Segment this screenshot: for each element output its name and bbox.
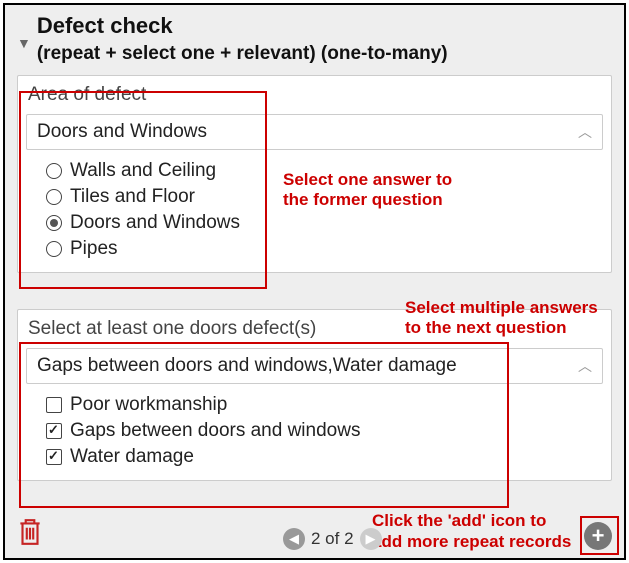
group-label: Area of defect: [18, 76, 611, 110]
pager-next-icon[interactable]: ▶: [360, 528, 382, 550]
option-label: Tiles and Floor: [70, 186, 195, 208]
option-label: Doors and Windows: [70, 212, 240, 234]
pager: ◀ 2 of 2 ▶: [283, 528, 382, 550]
annotation-text: Select multiple answers to the next ques…: [405, 298, 598, 339]
option-label: Pipes: [70, 238, 118, 260]
select-value: Doors and Windows: [37, 121, 207, 143]
select-value: Gaps between doors and windows,Water dam…: [37, 355, 457, 377]
checkbox-icon: [46, 449, 62, 465]
checkbox-option[interactable]: Water damage: [46, 444, 601, 470]
option-label: Poor workmanship: [70, 394, 227, 416]
checkbox-option[interactable]: Poor workmanship: [46, 392, 601, 418]
repeat-footer: ◀ 2 of 2 ▶ +: [17, 517, 612, 552]
radio-icon: [46, 189, 62, 205]
form-header: ▼ Defect check (repeat + select one + re…: [5, 5, 624, 69]
form-title: Defect check: [37, 13, 612, 39]
area-select-dropdown[interactable]: Doors and Windows ︿: [26, 114, 603, 150]
collapse-triangle-icon[interactable]: ▼: [17, 35, 31, 51]
radio-option[interactable]: Doors and Windows: [46, 210, 601, 236]
defects-select-dropdown[interactable]: Gaps between doors and windows,Water dam…: [26, 348, 603, 384]
checkbox-icon: [46, 423, 62, 439]
pager-text: 2 of 2: [311, 529, 354, 549]
chevron-up-icon: ︿: [578, 122, 592, 142]
checkbox-options-list: Poor workmanship Gaps between doors and …: [18, 388, 611, 480]
option-label: Walls and Ceiling: [70, 160, 216, 182]
option-label: Gaps between doors and windows: [70, 420, 360, 442]
option-label: Water damage: [70, 446, 194, 468]
form-subtitle: (repeat + select one + relevant) (one-to…: [37, 43, 612, 65]
checkbox-option[interactable]: Gaps between doors and windows: [46, 418, 601, 444]
annotation-text: Select one answer to the former question: [283, 170, 452, 211]
trash-icon[interactable]: [17, 517, 43, 552]
form-panel: ▼ Defect check (repeat + select one + re…: [3, 3, 626, 560]
radio-icon: [46, 241, 62, 257]
add-icon[interactable]: +: [584, 522, 612, 550]
radio-icon: [46, 215, 62, 231]
checkbox-icon: [46, 397, 62, 413]
chevron-up-icon: ︿: [578, 356, 592, 376]
pager-prev-icon[interactable]: ◀: [283, 528, 305, 550]
radio-icon: [46, 163, 62, 179]
radio-option[interactable]: Pipes: [46, 236, 601, 262]
